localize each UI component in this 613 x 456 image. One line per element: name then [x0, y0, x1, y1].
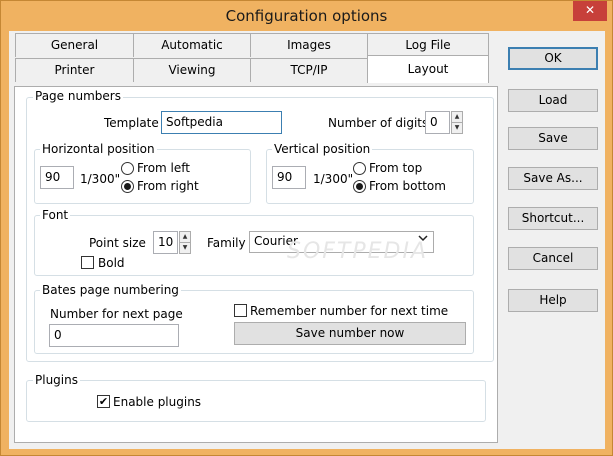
remember-label: Remember number for next time: [250, 304, 449, 318]
vertical-unit: 1/300": [313, 172, 354, 186]
load-button[interactable]: Load: [508, 89, 598, 112]
help-button[interactable]: Help: [508, 289, 598, 312]
tab-label: Images: [287, 38, 331, 52]
bold-label: Bold: [98, 256, 125, 270]
watermark-logo: SOFTPEDIA: [287, 239, 429, 264]
tab-automatic[interactable]: Automatic: [133, 33, 251, 57]
save-as-button[interactable]: Save As...: [508, 167, 598, 190]
tab-printer[interactable]: Printer: [15, 58, 134, 82]
plugins-label: Plugins: [33, 373, 80, 387]
tab-label: Printer: [54, 63, 95, 77]
tab-layout[interactable]: Layout: [367, 55, 489, 83]
window-title: Configuration options: [225, 7, 388, 25]
tab-viewing[interactable]: Viewing: [133, 58, 251, 82]
close-button[interactable]: ✕: [573, 1, 607, 21]
tab-general[interactable]: General: [15, 33, 134, 57]
point-size-stepper[interactable]: ▲ ▼: [179, 231, 191, 254]
enable-plugins-label: Enable plugins: [113, 395, 202, 409]
tab-label: Log File: [405, 38, 451, 52]
spin-down-icon[interactable]: ▼: [180, 243, 190, 254]
cancel-button[interactable]: Cancel: [508, 247, 598, 270]
bates-label: Bates page numbering: [40, 283, 181, 297]
from-top-radio[interactable]: [353, 162, 366, 175]
save-button[interactable]: Save: [508, 127, 598, 150]
digits-input[interactable]: 0: [425, 111, 450, 134]
tab-label: Automatic: [161, 38, 223, 52]
enable-plugins-checkbox[interactable]: ✔: [97, 395, 110, 408]
horizontal-unit: 1/300": [80, 172, 121, 186]
ok-button[interactable]: OK: [508, 47, 598, 70]
next-page-label: Number for next page: [50, 307, 183, 321]
template-input[interactable]: Softpedia: [161, 111, 282, 134]
family-label: Family: [207, 236, 246, 250]
font-label: Font: [40, 208, 71, 222]
tab-label: Layout: [407, 62, 449, 76]
spin-up-icon[interactable]: ▲: [452, 112, 462, 123]
vertical-value-input[interactable]: 90: [272, 166, 306, 189]
from-left-label: From left: [137, 161, 190, 175]
template-label: Template: [104, 116, 159, 130]
tab-log-file[interactable]: Log File: [367, 33, 489, 57]
point-size-input[interactable]: 10: [153, 231, 178, 254]
from-bottom-label: From bottom: [369, 179, 446, 193]
vertical-position-label: Vertical position: [272, 142, 373, 156]
tab-label: Viewing: [168, 63, 216, 77]
point-size-label: Point size: [89, 236, 146, 250]
save-number-button[interactable]: Save number now: [234, 322, 466, 345]
tab-label: TCP/IP: [290, 63, 328, 77]
next-page-input[interactable]: 0: [49, 324, 179, 347]
horizontal-position-label: Horizontal position: [40, 142, 157, 156]
from-left-radio[interactable]: [121, 162, 134, 175]
spin-down-icon[interactable]: ▼: [452, 123, 462, 134]
digits-label: Number of digits: [328, 116, 429, 130]
from-right-radio[interactable]: [121, 180, 134, 193]
from-right-label: From right: [137, 179, 199, 193]
page-numbers-label: Page numbers: [33, 89, 123, 103]
shortcut-button[interactable]: Shortcut...: [508, 207, 598, 230]
tab-label: General: [50, 38, 99, 52]
bold-checkbox[interactable]: [81, 256, 94, 269]
dialog-client: General Automatic Images Log File Printe…: [9, 31, 605, 449]
spin-up-icon[interactable]: ▲: [180, 232, 190, 243]
close-icon: ✕: [584, 3, 596, 17]
plugins-group: [26, 380, 486, 422]
title-bar[interactable]: Configuration options ✕: [1, 1, 612, 31]
tab-tcp-ip[interactable]: TCP/IP: [250, 58, 368, 82]
from-top-label: From top: [369, 161, 423, 175]
layout-panel: Page numbers Template Softpedia Number o…: [14, 86, 498, 443]
digits-stepper[interactable]: ▲ ▼: [451, 111, 463, 134]
remember-checkbox[interactable]: [234, 304, 247, 317]
tab-images[interactable]: Images: [250, 33, 368, 57]
config-window: Configuration options ✕ General Automati…: [0, 0, 613, 456]
check-icon: ✔: [98, 395, 109, 408]
from-bottom-radio[interactable]: [353, 180, 366, 193]
horizontal-value-input[interactable]: 90: [40, 166, 74, 189]
